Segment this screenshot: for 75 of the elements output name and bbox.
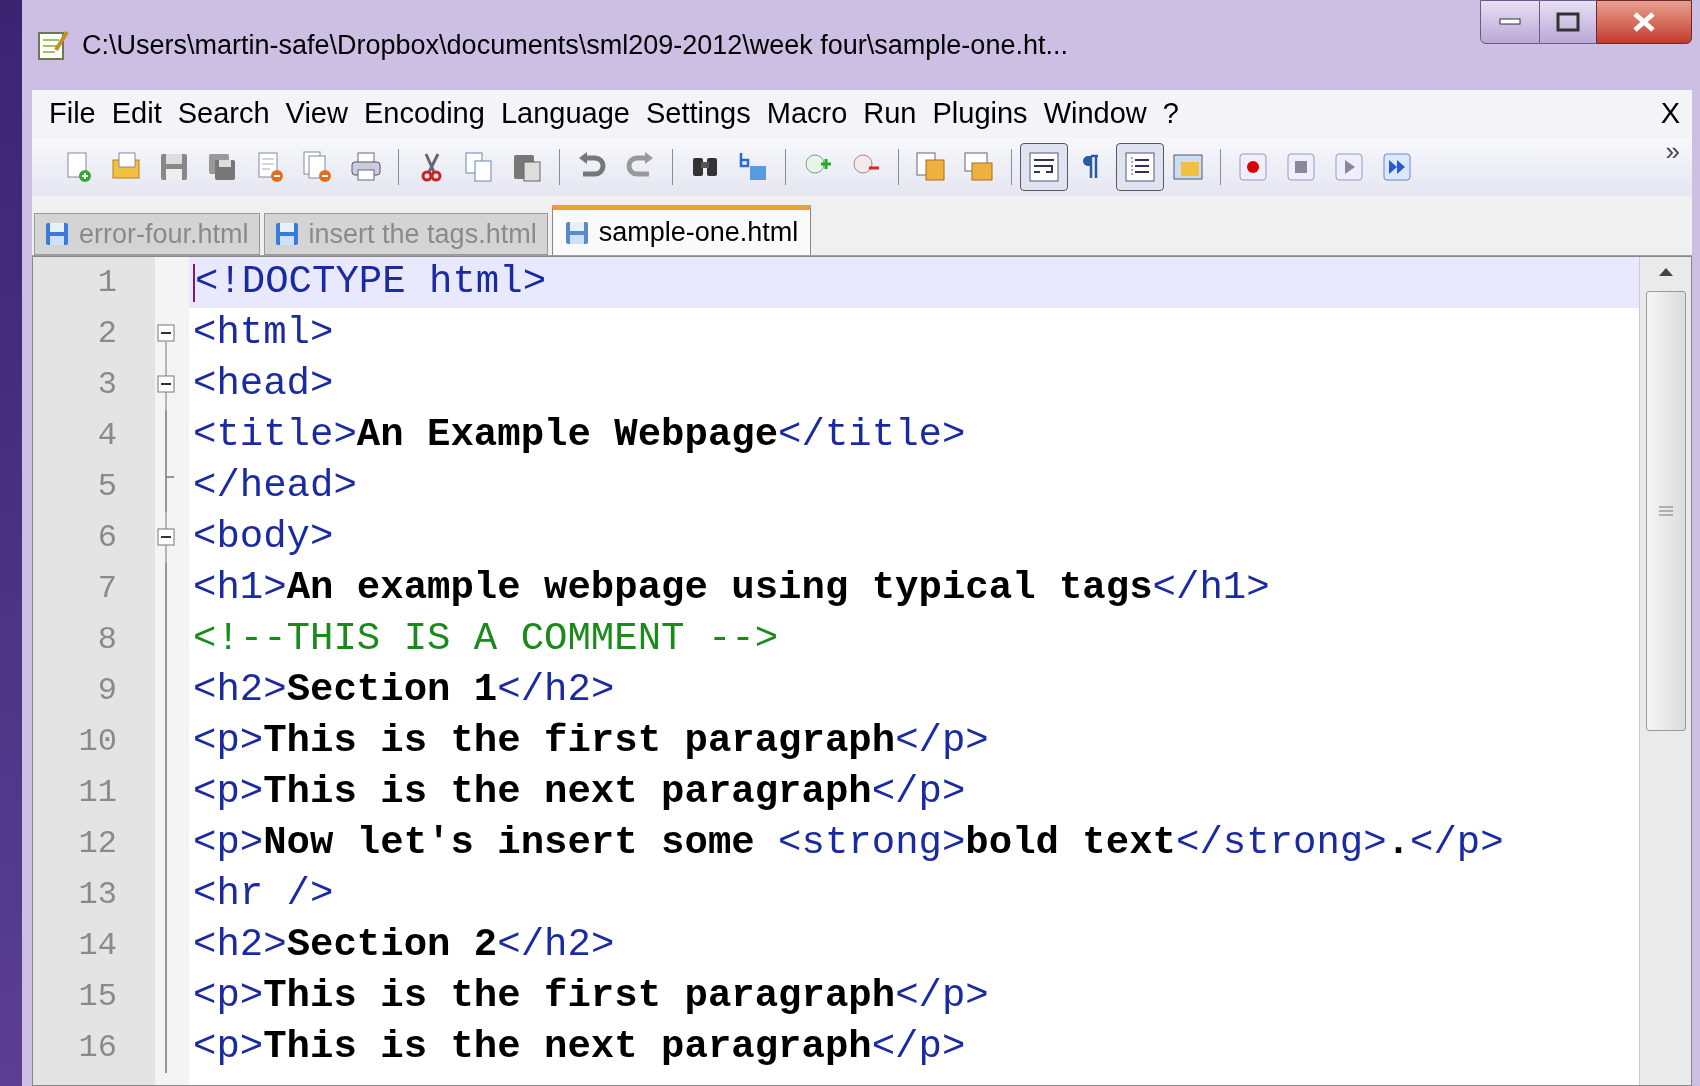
menu-item[interactable]: Run [856, 92, 924, 136]
maximize-icon [1556, 12, 1580, 32]
minimize-icon [1499, 18, 1521, 26]
code-line: <title>An Example Webpage</title> [193, 416, 966, 455]
line-number: 1 [97, 262, 117, 303]
code-line: <h1>An example webpage using typical tags</h1> [193, 569, 1270, 608]
menu-item[interactable]: Window [1036, 92, 1154, 136]
menu-item[interactable]: Search [170, 92, 277, 136]
printer-icon [349, 150, 383, 184]
line-number: 3 [97, 364, 117, 405]
minimize-button[interactable] [1480, 0, 1540, 44]
file-tab[interactable]: sample-one.html [551, 205, 812, 255]
line-number: 10 [78, 721, 117, 762]
code-line: <h2>Section 1</h2> [193, 671, 615, 710]
line-number: 7 [97, 568, 117, 609]
code-line: <!--THIS IS A COMMENT --> [193, 620, 779, 659]
menu-item[interactable]: ? [1155, 92, 1186, 136]
menu-item[interactable]: Plugins [925, 92, 1035, 136]
notepad-icon [36, 28, 70, 62]
record-icon [1236, 150, 1270, 184]
menu-item[interactable]: Language [493, 92, 637, 136]
line-number: 6 [97, 517, 117, 558]
close-icon [1631, 11, 1657, 33]
fast-forward-icon [1380, 150, 1414, 184]
close-document-button[interactable]: X [1660, 92, 1680, 136]
code-line: <p>This is the first paragraph</p> [193, 977, 989, 1016]
text-caret [193, 263, 195, 302]
line-number: 13 [78, 874, 117, 915]
code-line: <h2>Section 2</h2> [193, 926, 615, 965]
menu-item[interactable]: Edit [104, 92, 169, 136]
menu-item[interactable]: File [42, 92, 103, 136]
scrollbar-thumb[interactable] [1645, 291, 1686, 731]
maximize-button[interactable] [1540, 0, 1596, 44]
line-number: 9 [97, 670, 117, 711]
menu-item[interactable]: Macro [759, 92, 855, 136]
close-button[interactable] [1596, 0, 1692, 44]
code-line: <hr /> [193, 875, 334, 914]
horizontal-sync-icon [962, 150, 996, 184]
vertical-scrollbar[interactable] [1639, 257, 1691, 1085]
code-line: <html> [193, 314, 334, 353]
toolbar-button[interactable] [1116, 143, 1164, 191]
menu-item[interactable]: View [278, 92, 355, 136]
fold-toggle-icon[interactable] [155, 359, 177, 410]
code-line: <p>This is the first paragraph</p> [193, 722, 989, 761]
code-line: <!DOCTYPE html> [195, 263, 547, 302]
line-number: 14 [78, 925, 117, 966]
indent-guide-icon [1123, 150, 1157, 184]
line-number: 16 [78, 1027, 117, 1068]
vertical-sync-icon [914, 150, 948, 184]
line-number: 11 [78, 772, 117, 813]
fold-end-mark [165, 461, 174, 512]
code-line: <head> [193, 365, 334, 404]
line-number: 15 [78, 976, 117, 1017]
line-number: 4 [97, 415, 117, 456]
toolbar-button[interactable] [1020, 143, 1068, 191]
code-line: </head> [193, 467, 357, 506]
grip-icon [1658, 506, 1673, 516]
line-number: 5 [97, 466, 117, 507]
fold-line [165, 410, 167, 461]
word-wrap-icon [1027, 150, 1061, 184]
window-title: C:\Users\martin-safe\Dropbox\documents\sml209-2012\week four\sample-one.ht... [82, 28, 1068, 62]
fold-toggle-icon[interactable] [155, 512, 177, 563]
menu-item[interactable]: Settings [638, 92, 758, 136]
stop-icon [1284, 150, 1318, 184]
code-line: <body> [193, 518, 334, 557]
play-icon [1332, 150, 1366, 184]
line-number: 2 [97, 313, 117, 354]
code-line: <p>This is the next paragraph</p> [193, 1028, 966, 1067]
toolbar-overflow-button[interactable]: » [1665, 138, 1680, 164]
line-number: 8 [97, 619, 117, 660]
scroll-up-icon [1657, 267, 1674, 277]
menu-item[interactable]: Encoding [356, 92, 492, 136]
code-line: <p>Now let's insert some <strong>bold text</strong>.</p> [193, 824, 1504, 863]
code-line: <p>This is the next paragraph</p> [193, 773, 966, 812]
line-number: 12 [78, 823, 117, 864]
